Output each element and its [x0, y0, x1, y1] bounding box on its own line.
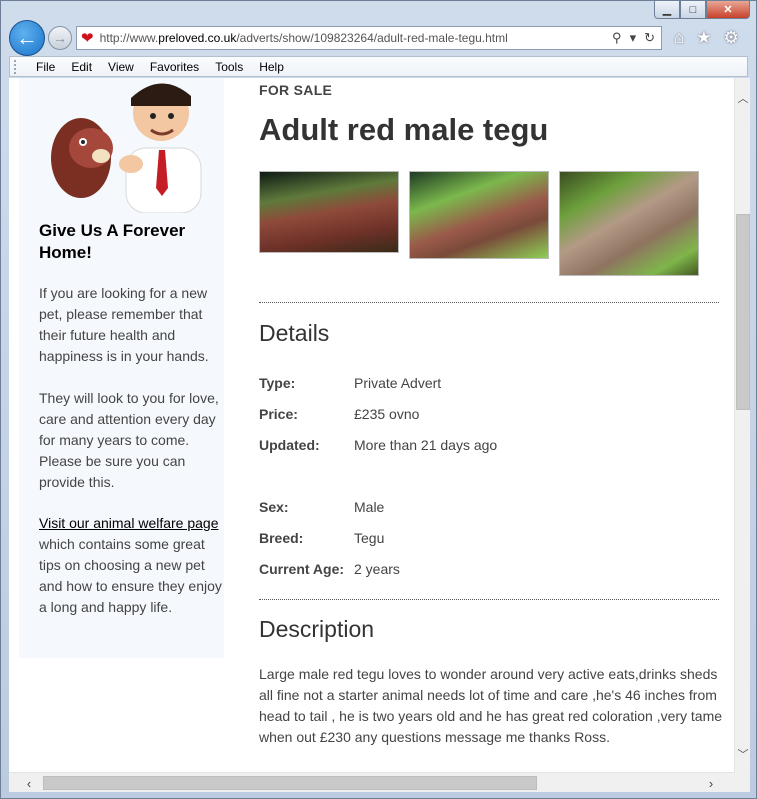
description-text: Large male red tegu loves to wonder arou… — [259, 666, 723, 745]
page-title: Adult red male tegu — [259, 112, 549, 147]
forward-button[interactable]: → — [48, 26, 72, 50]
refresh-icon[interactable]: ↻ — [644, 30, 655, 46]
address-url: http://www.preloved.co.uk/adverts/show/1… — [99, 31, 508, 45]
sidebar-paragraph-3: Visit our animal welfare page which cont… — [39, 513, 229, 618]
detail-value: £235 ovno — [354, 406, 420, 422]
detail-label: Current Age: — [259, 561, 345, 577]
menu-favorites[interactable]: Favorites — [142, 60, 207, 74]
menu-tools[interactable]: Tools — [207, 60, 251, 74]
man-with-dog-illustration — [51, 83, 202, 213]
vertical-scroll-thumb[interactable] — [736, 214, 750, 410]
divider — [259, 302, 719, 303]
back-arrow-icon: ← — [16, 25, 38, 50]
animal-welfare-link[interactable]: Visit our animal welfare page — [39, 515, 219, 531]
toolbar-grip[interactable] — [14, 59, 22, 74]
detail-value: Tegu — [354, 530, 385, 546]
detail-value: Male — [354, 499, 385, 515]
detail-label: Updated: — [259, 437, 320, 453]
scroll-up-icon[interactable]: ︿ — [735, 90, 751, 106]
menu-help[interactable]: Help — [251, 60, 292, 74]
close-button[interactable]: ✕ — [706, 1, 750, 19]
browser-window: ▁ □ ✕ ← → ❤ http://www.preloved.co.uk/ad… — [0, 0, 757, 799]
minimize-button[interactable]: ▁ — [654, 1, 680, 19]
maximize-button[interactable]: □ — [680, 1, 706, 19]
dropdown-icon[interactable]: ▾ — [630, 30, 637, 46]
menu-edit[interactable]: Edit — [63, 60, 100, 74]
advert-photo-1[interactable] — [259, 171, 399, 253]
sidebar-paragraph-2: They will look to you for love, care and… — [39, 390, 219, 490]
favorites-star-icon[interactable]: ★ — [696, 28, 711, 48]
detail-label: Type: — [259, 375, 296, 391]
detail-label: Price: — [259, 406, 298, 422]
advert-photo-2[interactable] — [409, 171, 549, 259]
forward-arrow-icon: → — [53, 30, 67, 46]
menu-file[interactable]: File — [28, 60, 63, 74]
menu-bar: File Edit View Favorites Tools Help — [9, 56, 748, 77]
horizontal-scrollbar[interactable]: ‹ › — [9, 772, 734, 792]
scroll-right-icon[interactable]: › — [703, 775, 719, 791]
home-icon[interactable]: ⌂ — [674, 28, 684, 48]
detail-value: Private Advert — [354, 375, 442, 391]
window-controls: ▁ □ ✕ — [654, 1, 750, 19]
detail-value: More than 21 days ago — [354, 437, 498, 453]
for-sale-tag: FOR SALE — [259, 82, 333, 98]
description-heading: Description — [259, 616, 375, 642]
detail-label: Breed: — [259, 530, 304, 546]
welfare-sidebar: Give Us A Forever Home! If you are looki… — [19, 78, 224, 658]
back-button[interactable]: ← — [9, 20, 45, 56]
advert-photo-3[interactable] — [559, 171, 699, 276]
search-icon[interactable]: ⚲ — [612, 30, 622, 46]
vertical-scrollbar[interactable]: ︿ ﹀ — [734, 78, 750, 772]
divider — [259, 599, 719, 600]
sidebar-heading: Give Us A Forever Home! — [39, 221, 186, 262]
detail-label: Sex: — [259, 499, 289, 515]
scroll-left-icon[interactable]: ‹ — [21, 775, 37, 791]
menu-view[interactable]: View — [100, 60, 142, 74]
sidebar-paragraph-3-text: which contains some great tips on choosi… — [39, 536, 222, 615]
navigation-bar: ← → ❤ http://www.preloved.co.uk/adverts/… — [9, 20, 748, 56]
page-viewport: Give Us A Forever Home! If you are looki… — [9, 78, 734, 772]
sidebar-paragraph-1: If you are looking for a new pet, please… — [39, 285, 209, 364]
detail-value: 2 years — [354, 561, 400, 577]
address-bar[interactable]: ❤ http://www.preloved.co.uk/adverts/show… — [76, 26, 662, 50]
photo-gallery — [259, 171, 699, 276]
horizontal-scroll-thumb[interactable] — [43, 776, 537, 790]
settings-gear-icon[interactable]: ⚙ — [724, 28, 739, 48]
scrollbar-corner — [734, 772, 750, 792]
scroll-down-icon[interactable]: ﹀ — [735, 746, 751, 762]
details-heading: Details — [259, 320, 330, 346]
site-favicon-icon: ❤ — [81, 30, 94, 47]
